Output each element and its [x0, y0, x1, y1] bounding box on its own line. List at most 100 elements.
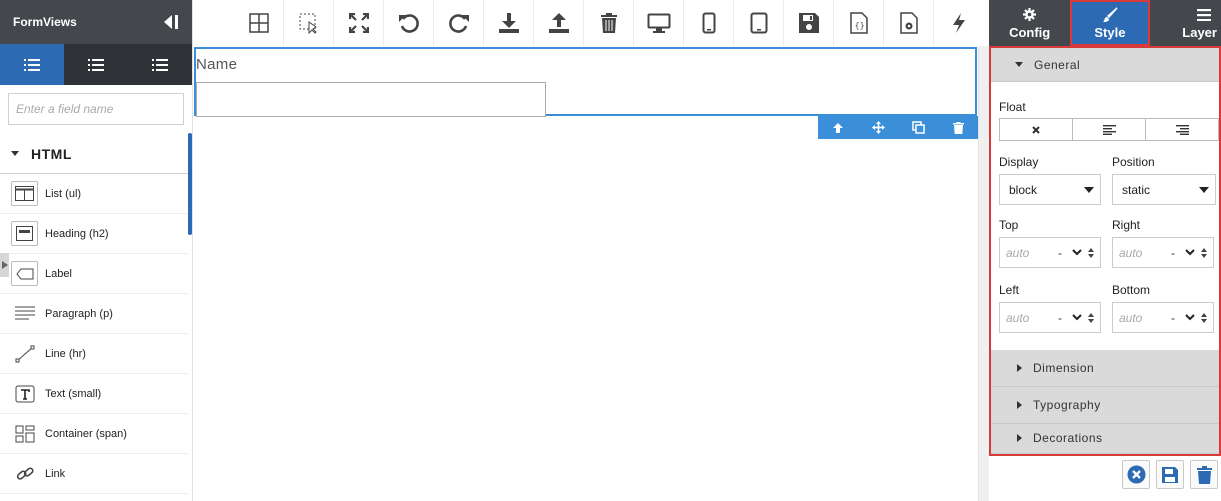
section-typography-header[interactable]: Typography	[991, 387, 1219, 424]
palette-view-tabs	[0, 44, 192, 85]
chevron-down-icon[interactable]	[1072, 249, 1086, 256]
tab-config[interactable]: Config	[989, 0, 1070, 46]
section-decorations-header[interactable]: Decorations	[991, 424, 1219, 454]
float-none-option[interactable]	[1000, 119, 1073, 140]
app-root: FormViews HTML List (ul)	[0, 0, 1221, 501]
delete-form-button[interactable]	[1190, 460, 1218, 489]
palette-item-text[interactable]: Text (small)	[0, 374, 188, 414]
stepper-icon[interactable]	[1086, 247, 1096, 258]
heading-icon	[11, 221, 38, 246]
right-label: Right	[1112, 218, 1141, 232]
file-settings-button[interactable]	[884, 0, 934, 46]
collapse-panel-icon[interactable]	[162, 13, 180, 31]
save-form-button[interactable]	[1156, 460, 1184, 489]
left-unit[interactable]: -	[1048, 311, 1072, 325]
run-button[interactable]	[934, 0, 984, 46]
palette-item-paragraph[interactable]: Paragraph (p)	[0, 294, 188, 334]
float-right-option[interactable]	[1146, 119, 1218, 140]
save-icon	[798, 13, 819, 33]
duplicate-button[interactable]	[898, 116, 938, 139]
expand-edge-tab[interactable]	[0, 253, 9, 277]
item-label: Text (small)	[45, 387, 102, 400]
undo-button[interactable]	[384, 0, 434, 46]
chevron-down-icon[interactable]	[1185, 249, 1199, 256]
code-file-icon: {}	[849, 12, 868, 34]
field-search-input[interactable]	[8, 93, 184, 125]
stepper-icon[interactable]	[1199, 247, 1209, 258]
select-parent-button[interactable]	[818, 116, 858, 139]
display-select[interactable]: block	[999, 174, 1101, 205]
lightning-icon	[953, 13, 965, 33]
fullscreen-button[interactable]	[334, 0, 384, 46]
tab-list-view-3[interactable]	[128, 44, 192, 85]
palette-item-label[interactable]: Label	[0, 254, 188, 294]
canvas-scrollbar[interactable]	[978, 46, 989, 501]
selected-field-block[interactable]: Name	[194, 47, 977, 117]
section-general-header[interactable]: General	[991, 48, 1219, 82]
palette-item-heading[interactable]: Heading (h2)	[0, 214, 188, 254]
item-label: Link	[45, 467, 66, 480]
tab-style[interactable]: Style	[1070, 0, 1150, 46]
redo-icon	[448, 14, 469, 33]
position-value: static	[1122, 182, 1151, 197]
top-input[interactable]: auto -	[999, 237, 1101, 268]
palette-item-container[interactable]: Container (span)	[0, 414, 188, 454]
chevron-down-icon[interactable]	[1185, 314, 1199, 321]
save-button[interactable]	[784, 0, 834, 46]
html-section-header[interactable]: HTML	[0, 134, 192, 174]
stepper-icon[interactable]	[1199, 312, 1209, 323]
left-input[interactable]: auto -	[999, 302, 1101, 333]
item-label: Line (hr)	[45, 347, 86, 360]
palette-item-line[interactable]: Line (hr)	[0, 334, 188, 374]
palette-items: List (ul) Heading (h2) Label Paragraph (…	[0, 174, 192, 494]
move-arrows-icon	[871, 121, 885, 134]
import-button[interactable]	[484, 0, 534, 46]
top-unit[interactable]: -	[1048, 246, 1072, 260]
move-button[interactable]	[858, 116, 898, 139]
caret-down-icon	[11, 151, 19, 156]
caret-right-icon	[1, 261, 8, 269]
chevron-down-icon[interactable]	[1072, 314, 1086, 321]
code-button[interactable]: {}	[834, 0, 884, 46]
stepper-icon[interactable]	[1086, 312, 1096, 323]
tab-list-view-1[interactable]	[0, 44, 64, 85]
export-button[interactable]	[534, 0, 584, 46]
left-header: FormViews	[0, 0, 192, 44]
name-input[interactable]	[196, 82, 546, 117]
palette-item-link[interactable]: Link	[0, 454, 188, 494]
section-dimension-header[interactable]: Dimension	[991, 350, 1219, 387]
float-left-option[interactable]	[1073, 119, 1146, 140]
close-icon	[1032, 125, 1040, 134]
palette-item-list[interactable]: List (ul)	[0, 174, 188, 214]
left-panel: FormViews HTML List (ul)	[0, 0, 193, 501]
float-label: Float	[999, 100, 1026, 114]
bottom-input[interactable]: auto -	[1112, 302, 1214, 333]
palette-scrollbar[interactable]	[188, 133, 192, 235]
grid-button[interactable]	[234, 0, 284, 46]
right-unit[interactable]: -	[1161, 246, 1185, 260]
redo-button[interactable]	[434, 0, 484, 46]
tab-list-view-2[interactable]	[64, 44, 128, 85]
paintbrush-icon	[1102, 6, 1118, 23]
main-toolbar: {}	[234, 0, 984, 46]
select-region-button[interactable]	[284, 0, 334, 46]
bottom-value: auto	[1119, 310, 1143, 325]
item-label: Paragraph (p)	[45, 307, 113, 320]
right-input[interactable]: auto -	[1112, 237, 1214, 268]
position-select[interactable]: static	[1112, 174, 1216, 205]
desktop-view-button[interactable]	[634, 0, 684, 46]
mobile-view-button[interactable]	[684, 0, 734, 46]
tab-layer[interactable]: Layer	[1150, 0, 1221, 46]
delete-button[interactable]	[584, 0, 634, 46]
form-canvas[interactable]: Name	[193, 46, 989, 501]
tablet-view-button[interactable]	[734, 0, 784, 46]
app-title: FormViews	[13, 15, 77, 29]
right-panel: Config Style Layer General Float Display…	[989, 0, 1221, 501]
cancel-button[interactable]	[1122, 460, 1150, 489]
bottom-unit[interactable]: -	[1161, 311, 1185, 325]
remove-button[interactable]	[938, 116, 978, 139]
align-left-icon	[1102, 124, 1116, 135]
line-icon	[11, 341, 38, 366]
right-value: auto	[1119, 245, 1143, 260]
hamburger-icon	[1196, 6, 1211, 23]
